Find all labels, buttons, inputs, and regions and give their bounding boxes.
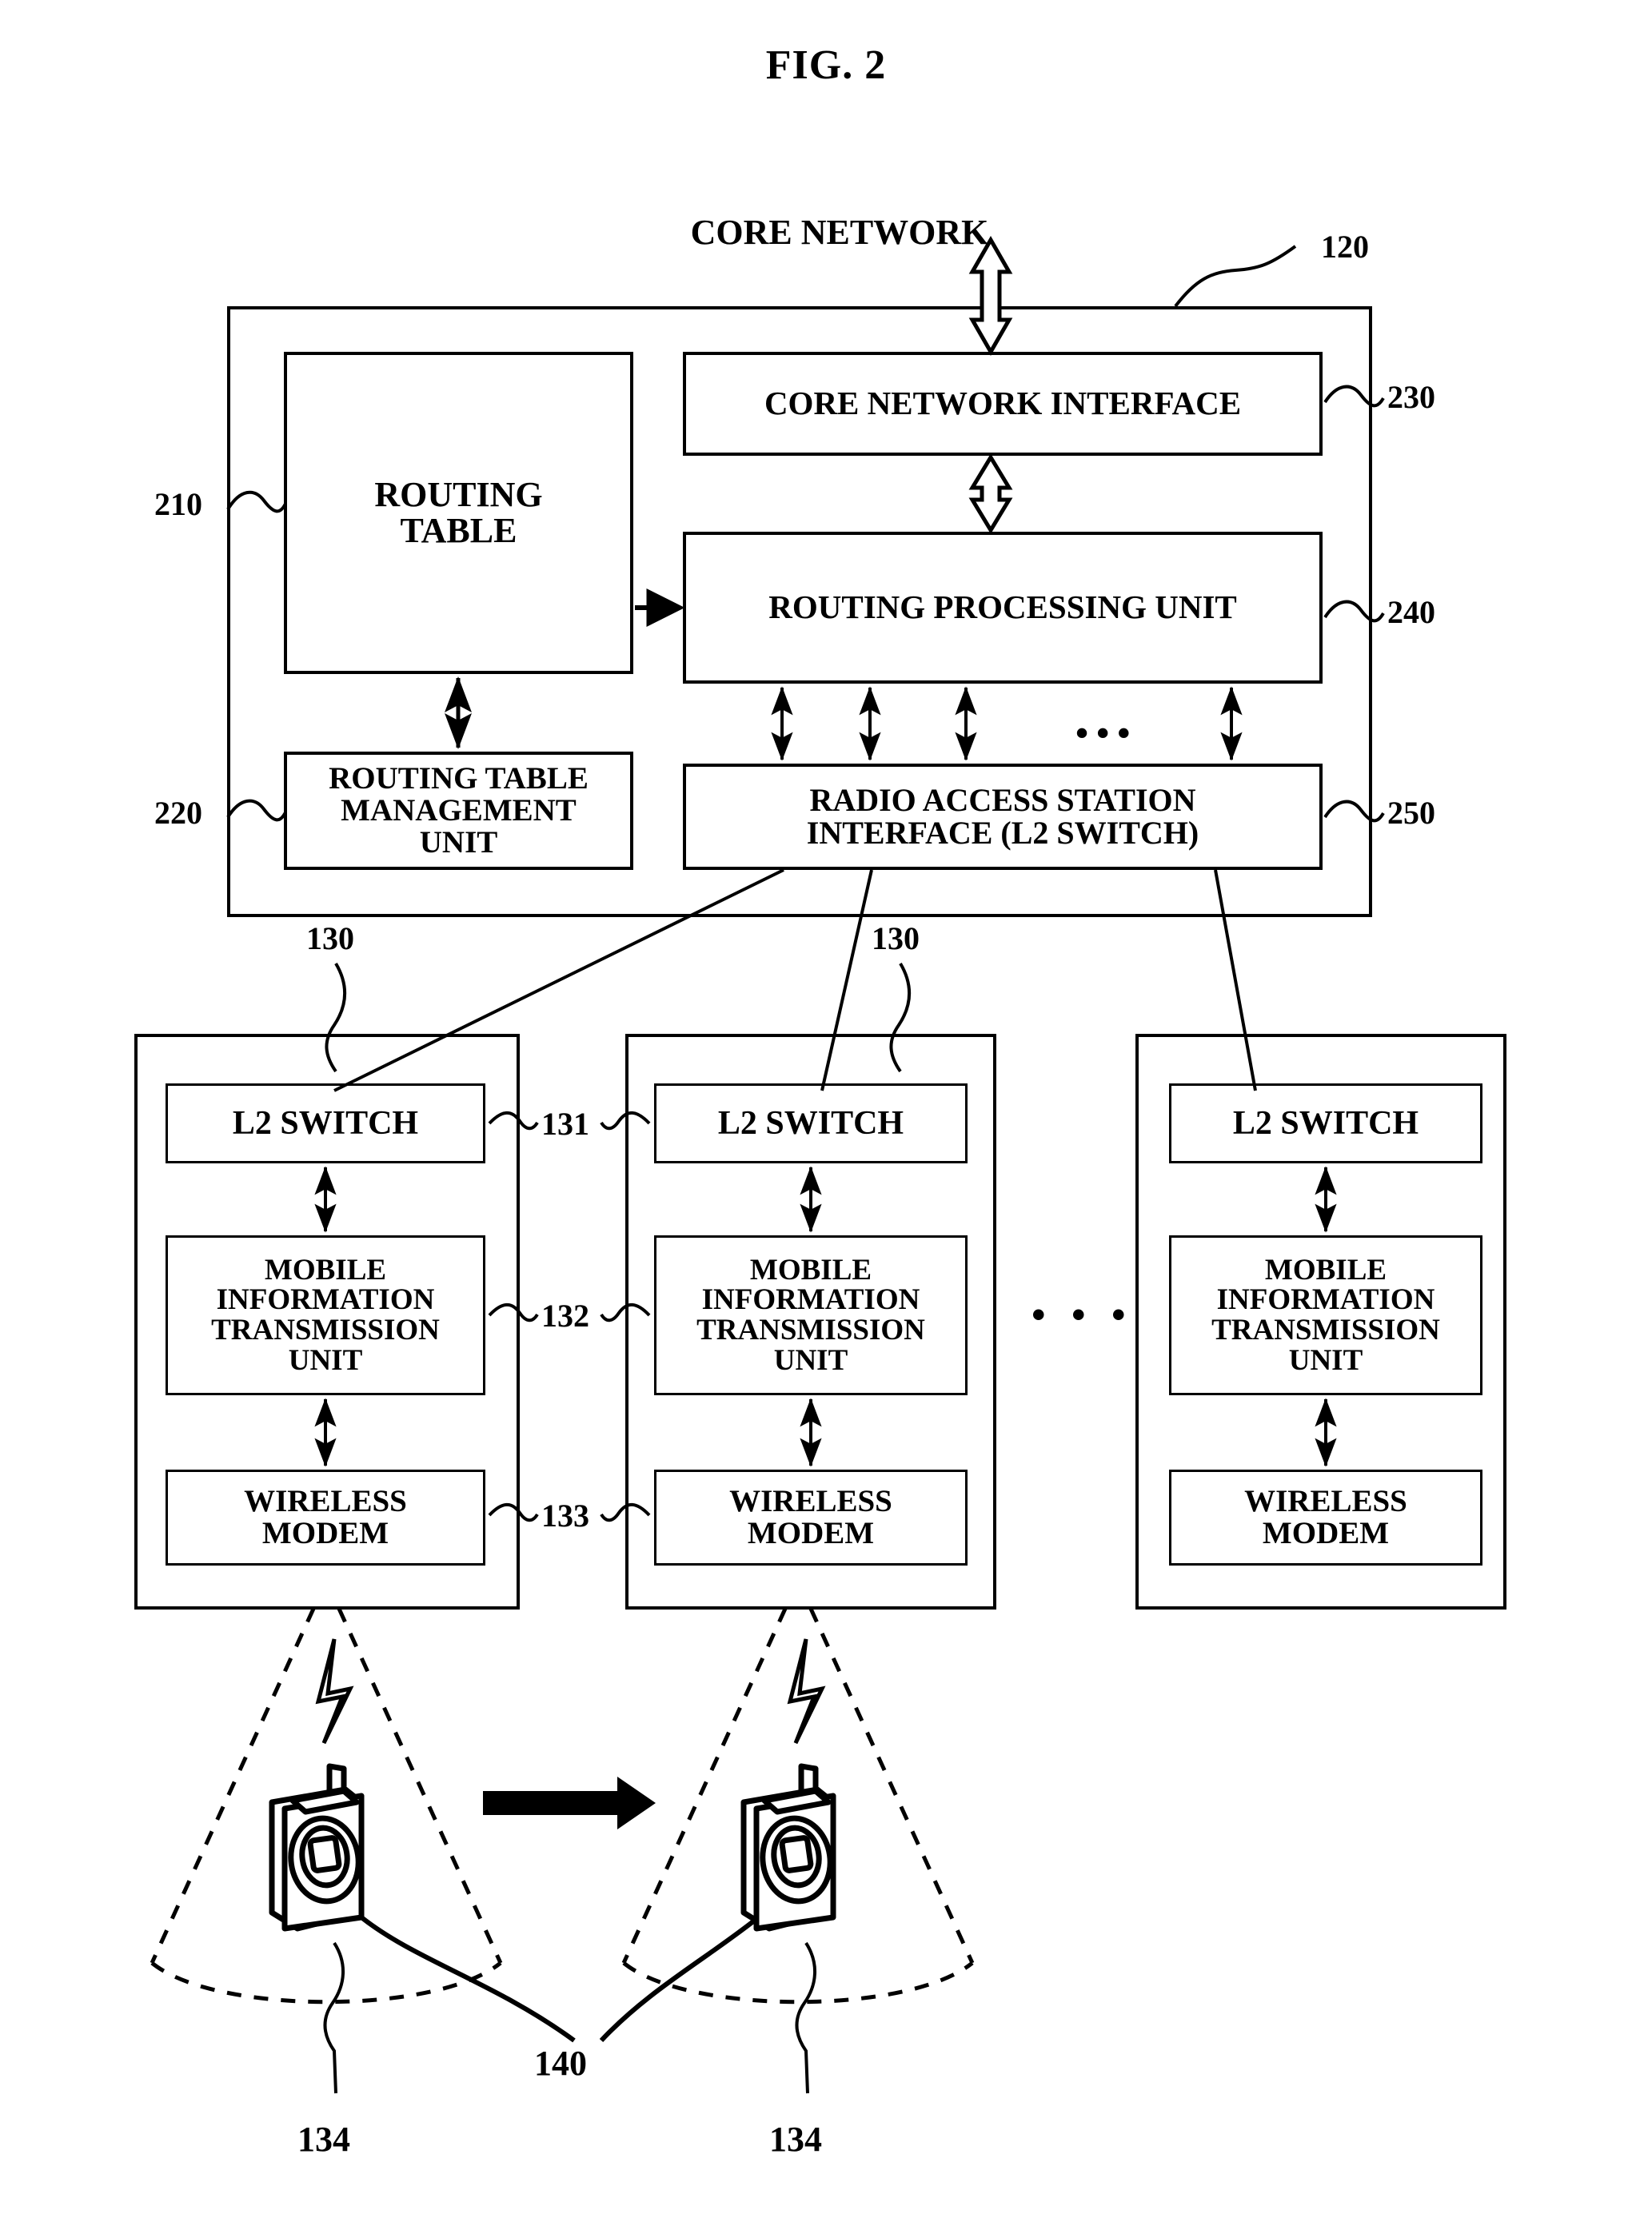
- coverage-cell-left: [150, 1607, 503, 2005]
- rtmu-line2: MANAGEMENT: [341, 793, 577, 828]
- ref-131: 131: [541, 1106, 589, 1142]
- bs3-mobile-info-unit-label: MOBILE INFORMATION TRANSMISSION UNIT: [1169, 1235, 1482, 1395]
- patent-figure-page: FIG. 2 CORE NETWORK 120 ROUTING TABLE 21…: [0, 0, 1652, 2218]
- bs3-wm-line1: WIRELESS: [1244, 1484, 1407, 1519]
- routing-table-line1: ROUTING: [374, 474, 543, 514]
- rtmu-line3: UNIT: [419, 824, 498, 860]
- bs2-miu-line4: UNIT: [773, 1343, 848, 1377]
- mobile-phone-icon-left: [269, 1763, 365, 1932]
- routing-table-line2: TABLE: [400, 510, 517, 550]
- bs1-mobile-info-unit-label: MOBILE INFORMATION TRANSMISSION UNIT: [166, 1235, 485, 1395]
- bs1-wm-line2: MODEM: [261, 1516, 389, 1550]
- leader-phone-right-to-140: [599, 1917, 758, 2043]
- ref-210: 210: [154, 486, 202, 522]
- routing-table-label: ROUTING TABLE: [284, 352, 633, 674]
- ref-132: 132: [541, 1298, 589, 1334]
- bs2-wm-line1: WIRELESS: [729, 1484, 892, 1519]
- bs3-wm-line2: MODEM: [1262, 1516, 1390, 1550]
- bs3-miu-line1: MOBILE: [1264, 1253, 1387, 1287]
- bs1-wireless-modem-label: WIRELESS MODEM: [166, 1470, 485, 1566]
- leader-phone-left-to-140: [360, 1915, 576, 2043]
- ref-134-left: 134: [297, 2120, 350, 2159]
- bs1-l2-switch-label: L2 SWITCH: [232, 1104, 419, 1142]
- ref-130-left: 130: [306, 920, 354, 956]
- base-stations-ellipsis: • • •: [1032, 1292, 1134, 1337]
- bs2-miu-line2: INFORMATION: [701, 1283, 920, 1317]
- ref-120: 120: [1321, 229, 1369, 265]
- bs2-miu-line1: MOBILE: [749, 1253, 872, 1287]
- bs3-miu-line2: INFORMATION: [1216, 1283, 1435, 1317]
- lightning-bolt-icon-right: [787, 1638, 826, 1745]
- bs3-miu-line3: TRANSMISSION: [1211, 1314, 1440, 1346]
- routing-table-management-unit-label: ROUTING TABLE MANAGEMENT UNIT: [284, 752, 633, 870]
- ref-250: 250: [1387, 795, 1435, 831]
- mobile-phone-icon-right: [740, 1763, 836, 1932]
- bs2-wm-line2: MODEM: [747, 1516, 875, 1550]
- ref-220: 220: [154, 795, 202, 831]
- ref-134-right: 134: [769, 2120, 822, 2159]
- handover-movement-arrow: [483, 1777, 656, 1829]
- ref-130-middle: 130: [872, 920, 920, 956]
- bs2-mobile-info-unit-label: MOBILE INFORMATION TRANSMISSION UNIT: [654, 1235, 968, 1395]
- rasi-line1: RADIO ACCESS STATION: [809, 781, 1196, 818]
- bs3-wireless-modem-label: WIRELESS MODEM: [1169, 1470, 1482, 1566]
- rasi-line2: INTERFACE (L2 SWITCH): [806, 814, 1199, 851]
- routing-processing-unit-label: ROUTING PROCESSING UNIT: [768, 588, 1237, 626]
- core-network-interface-label: CORE NETWORK INTERFACE: [764, 385, 1242, 422]
- rtmu-line1: ROUTING TABLE: [329, 761, 589, 796]
- bs3-miu-line4: UNIT: [1288, 1343, 1363, 1377]
- bs2-miu-line3: TRANSMISSION: [696, 1314, 925, 1346]
- bs1-miu-line2: INFORMATION: [216, 1283, 435, 1317]
- bs2-l2-switch-label: L2 SWITCH: [717, 1104, 904, 1142]
- lightning-bolt-icon-left: [315, 1638, 354, 1745]
- ref-230: 230: [1387, 379, 1435, 415]
- bs2-wireless-modem-label: WIRELESS MODEM: [654, 1470, 968, 1566]
- ref-133: 133: [541, 1498, 589, 1534]
- ref-240: 240: [1387, 594, 1435, 630]
- router-bus-ellipsis: •••: [1075, 712, 1139, 753]
- ref-140: 140: [534, 2044, 587, 2083]
- bs3-l2-switch-label: L2 SWITCH: [1232, 1104, 1419, 1142]
- figure-title: FIG. 2: [765, 42, 887, 88]
- radio-access-station-interface-label: RADIO ACCESS STATION INTERFACE (L2 SWITC…: [683, 764, 1323, 870]
- bs1-miu-line4: UNIT: [288, 1343, 363, 1377]
- coverage-cell-right: [621, 1607, 975, 2005]
- bs1-wm-line1: WIRELESS: [244, 1484, 407, 1519]
- bs1-miu-line1: MOBILE: [264, 1253, 387, 1287]
- core-network-label: CORE NETWORK: [690, 213, 989, 252]
- bs1-miu-line3: TRANSMISSION: [211, 1314, 440, 1346]
